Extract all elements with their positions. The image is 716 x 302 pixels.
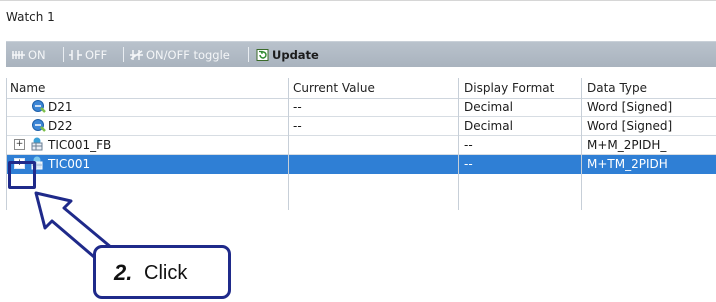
step-number: 2. (114, 260, 133, 285)
step-callout: 2. Click (93, 245, 231, 299)
step-instruction: Click (144, 262, 188, 284)
